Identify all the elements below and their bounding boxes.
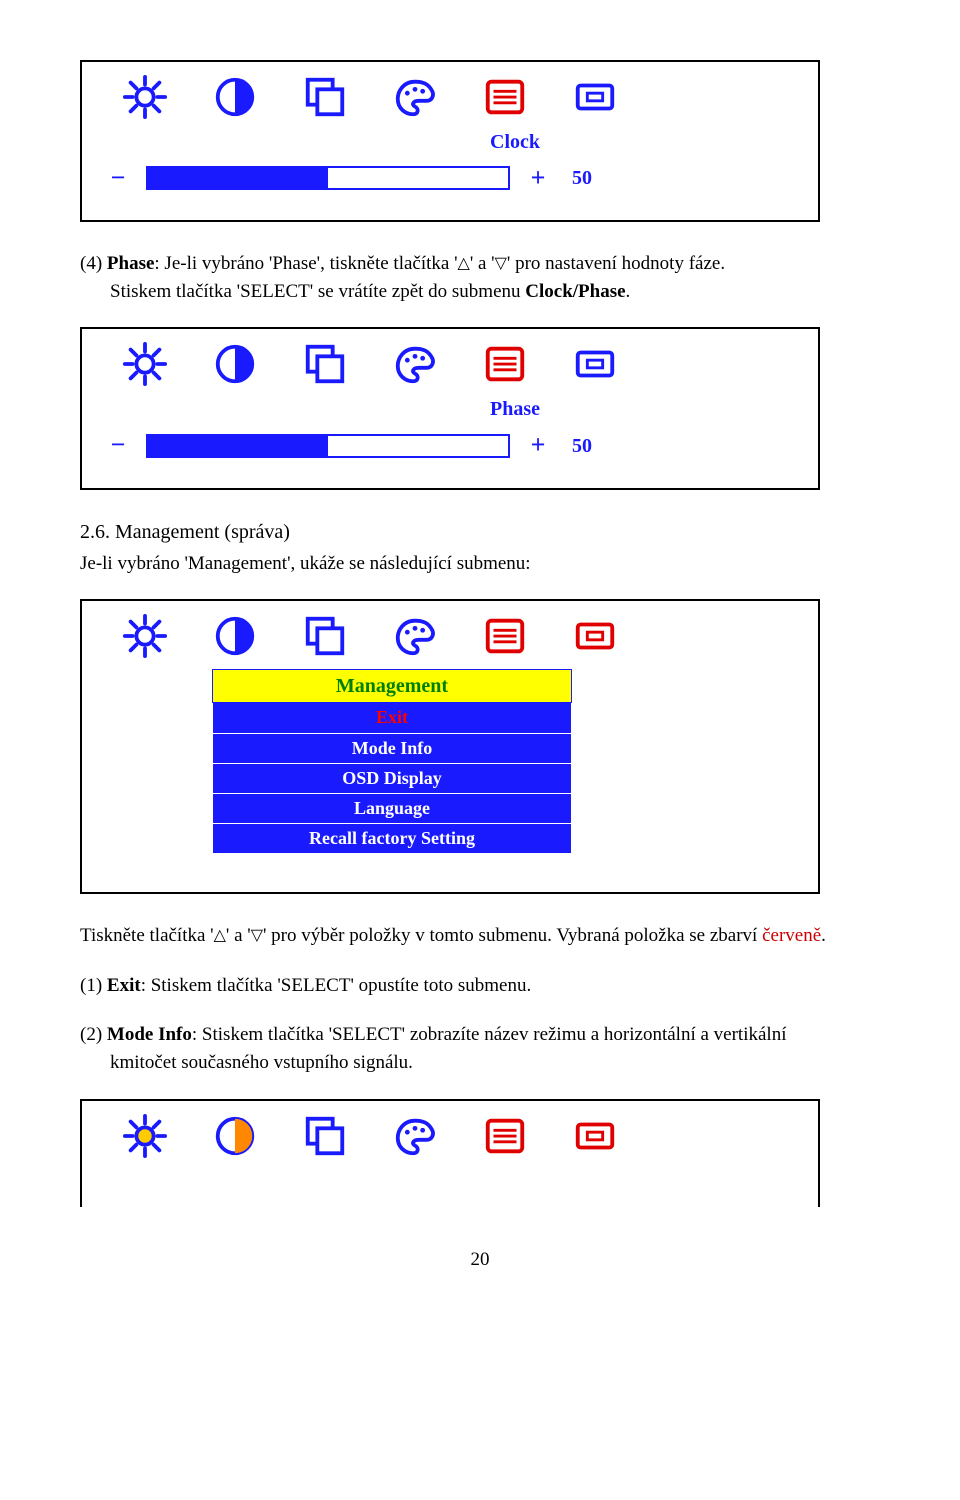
icon-row	[102, 613, 798, 659]
tools-icon-red	[572, 1113, 618, 1159]
t: (1)	[80, 975, 107, 996]
heading-2-6-sub: Je-li vybráno 'Management', ukáže se nás…	[80, 550, 880, 578]
palette-icon	[392, 341, 438, 387]
position-icon	[302, 74, 348, 120]
indent-line: Stiskem tlačítka 'SELECT' se vrátíte zpě…	[80, 278, 880, 306]
slider-fill	[148, 168, 328, 188]
brightness-icon	[122, 74, 168, 120]
t: : Stiskem tlačítka 'SELECT' zobrazíte ná…	[192, 1024, 787, 1045]
menu-item-language: Language	[212, 794, 572, 824]
contrast-icon	[212, 74, 258, 120]
contrast-icon	[212, 1113, 258, 1159]
osd-phase-box: Phase − + 50	[80, 327, 820, 489]
slider-value: 50	[572, 432, 592, 460]
red-word: červeně	[762, 925, 821, 946]
slider-track	[146, 166, 510, 190]
contrast-icon	[212, 341, 258, 387]
t: ' pro nastavení hodnoty fáze.	[507, 253, 725, 274]
menu-item-recall: Recall factory Setting	[212, 824, 572, 854]
menu-icon	[482, 1113, 528, 1159]
brightness-icon	[122, 341, 168, 387]
slider-track	[146, 434, 510, 458]
triangle-down-icon: ▽	[251, 927, 263, 944]
para-mode-info: (2) Mode Info: Stiskem tlačítka 'SELECT'…	[80, 1021, 880, 1076]
menu-icon	[482, 341, 528, 387]
minus-icon: −	[108, 160, 128, 196]
menu-item-exit: Exit	[212, 703, 572, 733]
t: ' pro výběr položky v tomto submenu. Vyb…	[263, 925, 762, 946]
brightness-icon	[122, 613, 168, 659]
osd-bottom-box	[80, 1099, 820, 1207]
palette-icon	[392, 613, 438, 659]
t: : Stiskem tlačítka 'SELECT' opustíte tot…	[141, 975, 532, 996]
icon-row	[102, 74, 798, 120]
management-menu: Management Exit Mode Info OSD Display La…	[212, 669, 572, 854]
palette-icon	[392, 1113, 438, 1159]
page-number: 20	[80, 1247, 880, 1274]
t: (2)	[80, 1024, 107, 1045]
slider-value: 50	[572, 164, 592, 192]
position-icon	[302, 1113, 348, 1159]
position-icon	[302, 613, 348, 659]
t: ' a '	[226, 925, 251, 946]
menu-icon	[482, 74, 528, 120]
menu-title: Management	[212, 669, 572, 703]
osd-label: Clock	[232, 128, 798, 156]
tools-icon-red	[572, 613, 618, 659]
triangle-up-icon: △	[214, 927, 226, 944]
t-bold: Exit	[107, 975, 141, 996]
menu-item-mode-info: Mode Info	[212, 734, 572, 764]
t: (4)	[80, 253, 107, 274]
minus-icon: −	[108, 427, 128, 463]
heading-2-6: 2.6. Management (správa)	[80, 518, 880, 546]
contrast-icon	[212, 613, 258, 659]
tools-icon	[572, 74, 618, 120]
plus-icon: +	[528, 427, 548, 463]
t-bold: Mode Info	[107, 1024, 192, 1045]
para-exit: (1) Exit: Stiskem tlačítka 'SELECT' opus…	[80, 972, 880, 1000]
t-bold: Clock/Phase	[525, 281, 625, 302]
t: .	[626, 281, 631, 302]
t-bold: Phase	[107, 253, 155, 274]
slider-row: − + 50	[102, 427, 798, 463]
brightness-icon	[122, 1113, 168, 1159]
t: ' a '	[470, 253, 495, 274]
plus-icon: +	[528, 160, 548, 196]
triangle-up-icon: △	[458, 255, 470, 272]
triangle-down-icon: ▽	[495, 255, 507, 272]
para-phase: (4) Phase: Je-li vybráno 'Phase', tiskně…	[80, 250, 880, 305]
t: Stiskem tlačítka 'SELECT' se vrátíte zpě…	[110, 281, 525, 302]
indent-line: kmitočet současného vstupního signálu.	[80, 1049, 880, 1077]
icon-row	[102, 341, 798, 387]
osd-management-box: Management Exit Mode Info OSD Display La…	[80, 599, 820, 894]
menu-icon	[482, 613, 528, 659]
t: : Je-li vybráno 'Phase', tiskněte tlačít…	[154, 253, 457, 274]
icon-row	[102, 1113, 798, 1159]
tools-icon	[572, 341, 618, 387]
palette-icon	[392, 74, 438, 120]
osd-label: Phase	[232, 395, 798, 423]
slider-fill	[148, 436, 328, 456]
para-select-item: Tiskněte tlačítka '△' a '▽' pro výběr po…	[80, 922, 880, 950]
slider-row: − + 50	[102, 160, 798, 196]
t: Tiskněte tlačítka '	[80, 925, 214, 946]
menu-item-osd-display: OSD Display	[212, 764, 572, 794]
t: .	[821, 925, 826, 946]
osd-clock-box: Clock − + 50	[80, 60, 820, 222]
position-icon	[302, 341, 348, 387]
